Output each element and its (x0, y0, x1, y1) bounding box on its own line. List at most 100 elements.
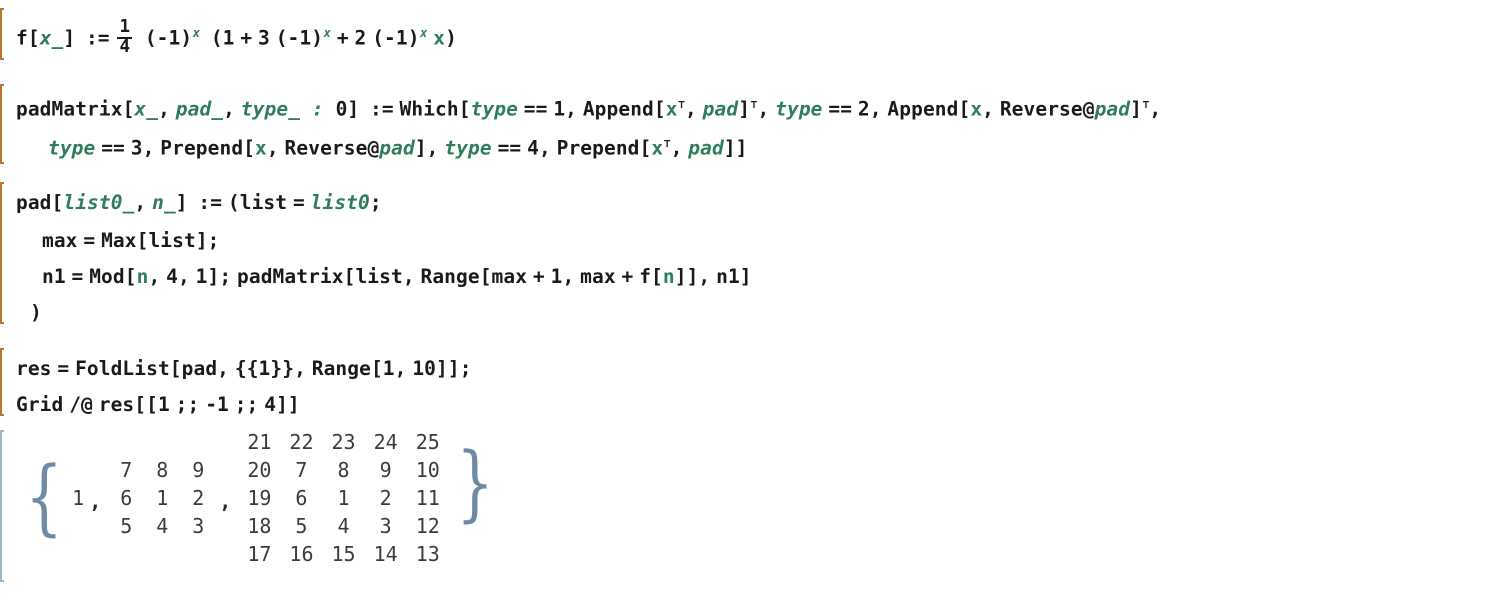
symbol-list: list (355, 265, 403, 288)
open-bracket: [ (479, 265, 492, 288)
close-bracket: ] (723, 136, 736, 160)
table-row: 21 22 23 24 25 (238, 428, 448, 456)
assign-operator: = (292, 191, 305, 214)
grid-cell: 8 (337, 458, 350, 482)
comma: , (565, 97, 577, 121)
equality-operator: == (828, 97, 853, 121)
mod-offset: 1 (195, 265, 208, 288)
input-line-pad-3[interactable]: n1 = Mod[n, 4, 1]; padMatrix[list, Range[max +1… (42, 264, 752, 290)
grid-cell: 23 (331, 430, 356, 454)
input-line-padmatrix-1[interactable]: padMatrix[x_, pad_, type_ : 0]:= Which[type… (16, 92, 1161, 122)
input-line-res-foldlist[interactable]: res = FoldList[pad, {{1}}, Range[1, 10]]; (16, 356, 472, 382)
grid-cell: 3 (379, 514, 392, 538)
grid-cell: 13 (415, 542, 440, 566)
open-bracket: [ (27, 26, 40, 50)
symbol-x-factor: x (433, 26, 446, 50)
grid-cell: 6 (120, 486, 133, 510)
symbol-append-1: Append (582, 97, 654, 121)
list-separator: , (219, 489, 232, 513)
symbol-pad: pad (379, 136, 415, 160)
span-operator: ;; (175, 393, 200, 416)
symbol-x: x (665, 97, 678, 121)
grid-cell: 12 (415, 514, 440, 538)
grid-cell: 4 (337, 514, 350, 538)
cell-bracket-res[interactable] (0, 348, 4, 416)
symbol-pad: pad (688, 136, 724, 160)
notebook-canvas: f[x_]:= 1 4 (-1)x (1 +3 (-1)x +2 (-1)x x) padMatr… (0, 0, 1500, 605)
comma: , (538, 136, 551, 160)
default-value-zero: 0 (335, 97, 348, 121)
cell-bracket-f-definition[interactable] (0, 8, 4, 60)
semicolon: ; (207, 229, 220, 252)
table-row: 7 8 9 (108, 456, 216, 484)
at-operator: @ (1082, 97, 1095, 121)
comma: , (142, 136, 155, 160)
grid-cell: 4 (156, 514, 169, 538)
symbol-pad-ref: pad (181, 357, 218, 380)
set-delayed-operator: := (198, 191, 223, 214)
power-exponent-2: x (323, 26, 331, 40)
input-line-pad-1[interactable]: pad[list0_, n_]:= (list = list0; (16, 190, 382, 216)
grid-cell: 25 (415, 430, 440, 454)
comma: , (562, 265, 575, 288)
comma: , (148, 265, 161, 288)
grid-cell: 16 (289, 542, 314, 566)
output-grid-3x3: 7 8 9 6 1 2 5 4 3 (108, 456, 216, 540)
seed-value: {{1}} (234, 357, 295, 380)
symbol-reverse: Reverse (284, 136, 368, 160)
span-step: 4 (264, 393, 277, 416)
close-bracket: ] (347, 97, 360, 121)
table-row: 17 16 15 14 13 (238, 540, 448, 568)
span-operator: ;; (234, 393, 259, 416)
comma: , (982, 97, 994, 121)
grid-cell: 8 (156, 458, 169, 482)
table-row: 5 4 3 (108, 512, 216, 540)
symbol-type-4: type (444, 136, 492, 160)
cell-bracket-output[interactable] (0, 430, 4, 582)
type-value-4: 4 (527, 136, 539, 160)
close-bracket: ] (414, 136, 427, 160)
grid-cell: 18 (247, 514, 272, 538)
grid-cell: 2 (192, 486, 205, 510)
close-bracket: ] (436, 357, 448, 380)
cell-bracket-pad[interactable] (0, 182, 4, 324)
cell-bracket-padmatrix[interactable] (0, 84, 4, 164)
semicolon: ; (459, 357, 472, 380)
grid-cell: 5 (120, 514, 133, 538)
assign-operator: = (83, 229, 96, 252)
close-bracket: ] (738, 97, 751, 121)
equality-operator: == (101, 136, 125, 160)
input-line-f-definition[interactable]: f[x_]:= 1 4 (-1)x (1 +3 (-1)x +2 (-1)x x) (16, 17, 457, 58)
symbol-f: f (16, 26, 28, 50)
range-to: 10 (412, 357, 437, 380)
pattern-type: type_ (240, 97, 301, 121)
open-bracket: [ (243, 136, 256, 160)
symbol-padmatrix: padMatrix (16, 97, 123, 121)
input-line-pad-4-close-paren[interactable]: ) (30, 300, 42, 326)
symbol-type-1: type (470, 97, 518, 121)
open-bracket: [ (958, 97, 971, 121)
grid-cell: 1 (337, 486, 350, 510)
fraction-numerator: 1 (119, 17, 131, 38)
comma: , (158, 97, 170, 121)
grid-cell: 24 (373, 430, 398, 454)
input-line-pad-2[interactable]: max = Max[list]; (42, 228, 220, 254)
comma: , (177, 265, 190, 288)
power-base-1: (-1) (144, 26, 193, 50)
output-grid-5x5: 21 22 23 24 25 20 7 8 9 10 19 6 1 2 11 1… (238, 428, 448, 568)
pattern-n: n_ (152, 191, 176, 214)
semicolon: ; (219, 265, 232, 288)
grid-cell: 21 (247, 430, 272, 454)
plus-operator: + (532, 265, 545, 288)
symbol-n1: n1 (42, 265, 66, 288)
input-line-padmatrix-2[interactable]: type == 3, Prepend[x, Reverse@pad], type == 4, P… (48, 131, 748, 161)
grid-cell: 1 (156, 486, 169, 510)
close-bracket: ] (735, 136, 748, 160)
open-bracket: [ (124, 265, 137, 288)
power-base-3: (-1) (372, 26, 420, 50)
coefficient-2: 2 (354, 26, 367, 50)
grid-cell: 17 (247, 542, 272, 566)
close-brace: } (456, 436, 494, 532)
open-bracket: [ (169, 357, 182, 380)
input-line-grid-map[interactable]: Grid/@ res[[1;; -1;; 4]] (16, 392, 300, 418)
